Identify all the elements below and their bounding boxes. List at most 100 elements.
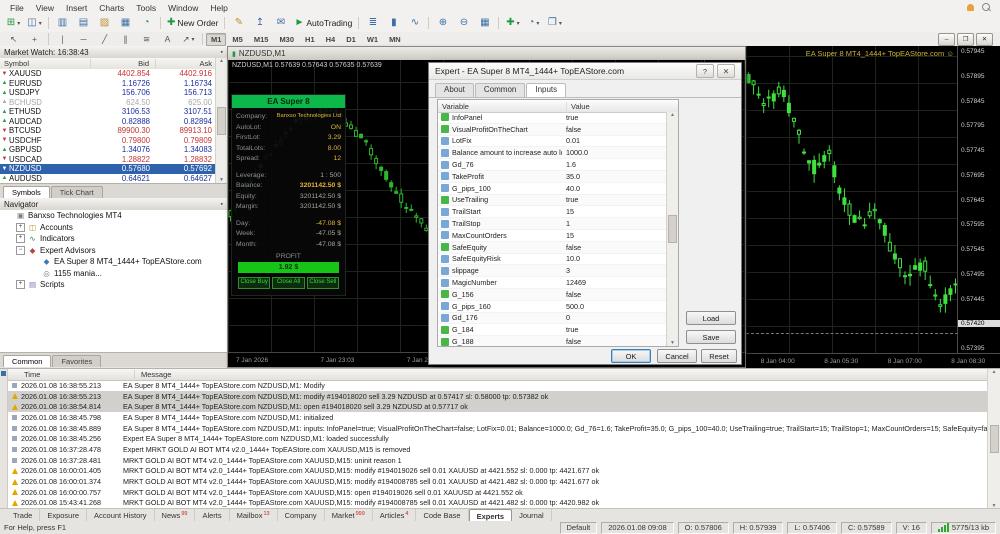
mdi-close-button[interactable]: ✕	[976, 33, 993, 46]
input-variable-value[interactable]: 15	[562, 231, 667, 240]
navigator-tab[interactable]: Common	[3, 355, 51, 367]
chart-window-titlebar[interactable]: ▮ NZDUSD,M1	[228, 47, 745, 61]
chat-icon[interactable]: ✉	[270, 15, 291, 32]
input-row[interactable]: Balance amount to increase auto lot size…	[438, 147, 667, 159]
log-row[interactable]: 2026.01.08 16:00:00.757 MRKT GOLD AI BOT…	[8, 487, 988, 498]
notifications-icon[interactable]	[967, 4, 974, 11]
input-row[interactable]: TrailStart 15	[438, 206, 667, 218]
menu-item[interactable]: Tools	[130, 2, 162, 14]
scroll-thumb[interactable]	[990, 425, 999, 453]
market-watch-row[interactable]: ▲ AUDUSD 0.64621 0.64627	[0, 174, 216, 184]
new-order-button[interactable]: ✚ New Order	[164, 15, 221, 32]
log-scrollbar[interactable]: ▲ ▼	[987, 369, 1000, 509]
input-row[interactable]: LotFix 0.01	[438, 136, 667, 148]
autotrading-button[interactable]: ► AutoTrading	[291, 15, 355, 32]
menu-item[interactable]: Charts	[93, 2, 130, 14]
scroll-up-icon[interactable]: ▲	[219, 58, 224, 64]
tree-expander-icon[interactable]: +	[16, 280, 25, 289]
zoom-out-icon[interactable]: ⊖	[453, 15, 474, 32]
reset-button[interactable]: Reset	[701, 349, 737, 363]
tree-expander-icon[interactable]: +	[16, 223, 25, 232]
log-row[interactable]: 2026.01.08 15:43:41.268 MRKT GOLD AI BOT…	[8, 498, 988, 509]
market-watch-row[interactable]: ▲ AUDCAD 0.82888 0.82894	[0, 117, 216, 127]
nav-tree-item[interactable]: + ◫ Accounts	[0, 222, 227, 234]
input-variable-value[interactable]: false	[562, 290, 667, 299]
market-watch-row[interactable]: ▲ EURUSD 1.16726 1.16734	[0, 79, 216, 89]
input-variable-value[interactable]: 12469	[562, 278, 667, 287]
input-row[interactable]: G_pips_100 40.0	[438, 183, 667, 195]
mdi-minimize-button[interactable]: –	[938, 33, 955, 46]
nav-tree-item[interactable]: − ◆ Expert Advisors	[0, 245, 227, 257]
input-row[interactable]: SafeEquityRisk 10.0	[438, 254, 667, 266]
load-button[interactable]: Load	[686, 311, 736, 325]
data-window-icon[interactable]: ▤	[73, 15, 94, 32]
input-variable-value[interactable]: true	[562, 113, 667, 122]
trendline-icon[interactable]: ╱	[94, 32, 115, 46]
timeframe-button[interactable]: M5	[227, 33, 247, 46]
navigator-icon[interactable]: ▨	[94, 15, 115, 32]
scroll-thumb[interactable]	[217, 107, 226, 135]
log-row[interactable]: 2026.01.08 16:37:28.481 MRKT GOLD AI BOT…	[8, 455, 988, 466]
cursor-icon[interactable]: ↖	[3, 32, 24, 46]
timeframe-button[interactable]: MN	[384, 33, 406, 46]
ea-close-button[interactable]: Close All	[272, 277, 304, 289]
scroll-up-icon[interactable]: ▲	[992, 369, 997, 375]
cancel-button[interactable]: Cancel	[657, 349, 697, 363]
inputs-scrollbar[interactable]: ▲ ▼	[666, 112, 678, 346]
input-variable-value[interactable]: 0	[562, 313, 667, 322]
menu-item[interactable]: Help	[204, 2, 233, 14]
search-icon[interactable]	[982, 3, 990, 11]
input-variable-value[interactable]: false	[562, 125, 667, 134]
ok-button[interactable]: OK	[611, 349, 651, 363]
channel-icon[interactable]: ∥	[115, 32, 136, 46]
dialog-close-button[interactable]: ✕	[717, 64, 735, 78]
input-row[interactable]: VisualProfitOnTheChart false	[438, 124, 667, 136]
zoom-in-icon[interactable]: ⊕	[432, 15, 453, 32]
input-variable-value[interactable]: 40.0	[562, 184, 667, 193]
timeframe-button[interactable]: W1	[362, 33, 383, 46]
dialog-tab[interactable]: About	[435, 83, 474, 97]
timeframe-button[interactable]: D1	[341, 33, 361, 46]
input-row[interactable]: G_pips_160 500.0	[438, 301, 667, 313]
input-variable-value[interactable]: 35.0	[562, 172, 667, 181]
input-row[interactable]: slippage 3	[438, 265, 667, 277]
menu-item[interactable]: Insert	[60, 2, 93, 14]
input-variable-value[interactable]: 1	[562, 219, 667, 228]
timeframe-button[interactable]: H4	[321, 33, 341, 46]
time-scale[interactable]: 8 Jan 04:008 Jan 05:308 Jan 07:008 Jan 0…	[746, 353, 1000, 368]
indicators-icon[interactable]: ✚ ▾	[502, 15, 523, 32]
ea-close-button[interactable]: Close Sell	[307, 277, 339, 289]
fibonacci-icon[interactable]: ≋	[136, 32, 157, 46]
input-row[interactable]: UseTrailing true	[438, 195, 667, 207]
log-row[interactable]: 2026.01.08 16:00:01.405 MRKT GOLD AI BOT…	[8, 466, 988, 477]
new-chart-icon[interactable]: ⊞ ▾	[3, 15, 24, 32]
arrows-tool-icon[interactable]: ↗ ▾	[178, 32, 199, 46]
market-watch-row[interactable]: ▼ XAUUSD 4402.854 4402.916	[0, 69, 216, 79]
scroll-thumb[interactable]	[668, 215, 677, 243]
market-watch-scrollbar[interactable]: ▲ ▼	[215, 58, 227, 183]
ea-close-button[interactable]: Close Buy	[238, 277, 270, 289]
log-row[interactable]: 2026.01.08 16:38:55.213 EA Super 8 MT4_1…	[8, 391, 988, 402]
crosshair-icon[interactable]: +	[24, 32, 45, 46]
input-row[interactable]: TakeProfit 35.0	[438, 171, 667, 183]
input-variable-value[interactable]: 10.0	[562, 254, 667, 263]
log-row[interactable]: 2026.01.08 16:38:45.889 EA Super 8 MT4_1…	[8, 423, 988, 434]
candlestick-chart-icon[interactable]: ▮	[383, 15, 404, 32]
log-row[interactable]: 2026.01.08 16:38:45.798 EA Super 8 MT4_1…	[8, 412, 988, 423]
scroll-down-icon[interactable]: ▼	[670, 340, 675, 346]
menu-item[interactable]: File	[4, 2, 30, 14]
input-row[interactable]: G_184 true	[438, 324, 667, 336]
profit-value-button[interactable]: 1.92 $	[238, 262, 339, 273]
horizontal-line-icon[interactable]: ─	[73, 32, 94, 46]
input-variable-value[interactable]: 1.6	[562, 160, 667, 169]
timeframe-button[interactable]: M1	[206, 33, 226, 46]
vertical-line-icon[interactable]: ∣	[52, 32, 73, 46]
input-row[interactable]: Gd_76 1.6	[438, 159, 667, 171]
line-chart-icon[interactable]: ∿	[404, 15, 425, 32]
navigator-tab[interactable]: Favorites	[52, 355, 101, 367]
chart-plot-area[interactable]	[746, 46, 958, 354]
timeframe-button[interactable]: M15	[249, 33, 274, 46]
price-scale[interactable]: 0.579450.578950.578450.577950.577450.576…	[957, 46, 1000, 354]
input-variable-value[interactable]: 1000.0	[562, 148, 667, 157]
dialog-tab[interactable]: Common	[475, 83, 525, 97]
